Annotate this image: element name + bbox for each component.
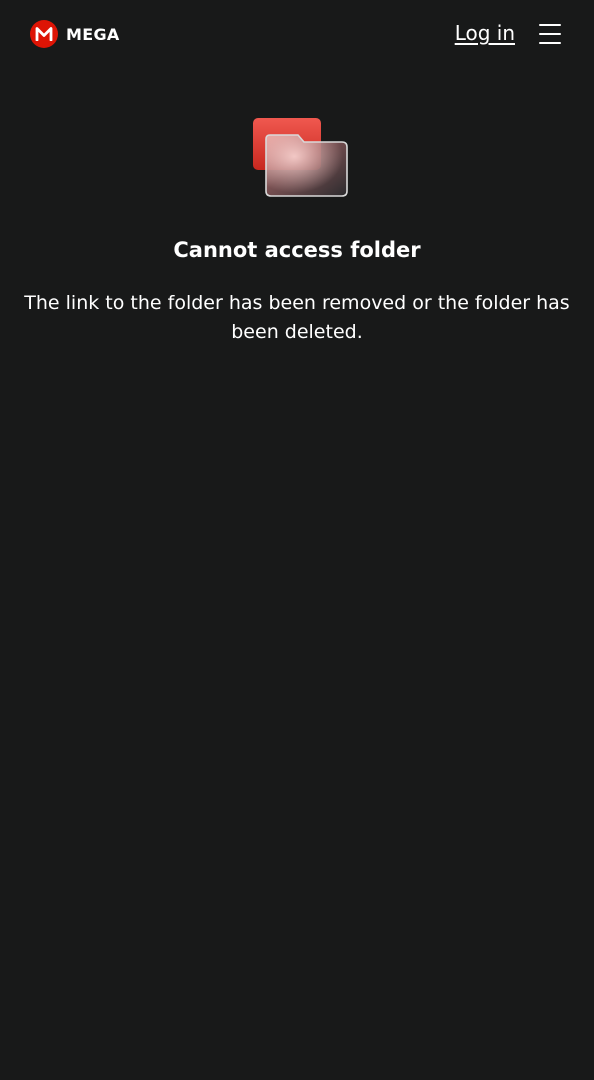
logo-m-glyph	[35, 27, 53, 41]
page-title: Cannot access folder	[173, 238, 421, 262]
brand-name: MEGA	[66, 24, 120, 44]
mega-logo[interactable]: MEGA	[30, 20, 120, 48]
mega-logo-icon	[30, 20, 58, 48]
hamburger-menu-icon[interactable]	[539, 24, 561, 44]
login-link[interactable]: Log in	[455, 21, 515, 45]
broken-folder-icon	[250, 115, 350, 199]
top-bar: MEGA Log in	[0, 0, 594, 68]
error-message: The link to the folder has been removed …	[24, 292, 570, 343]
